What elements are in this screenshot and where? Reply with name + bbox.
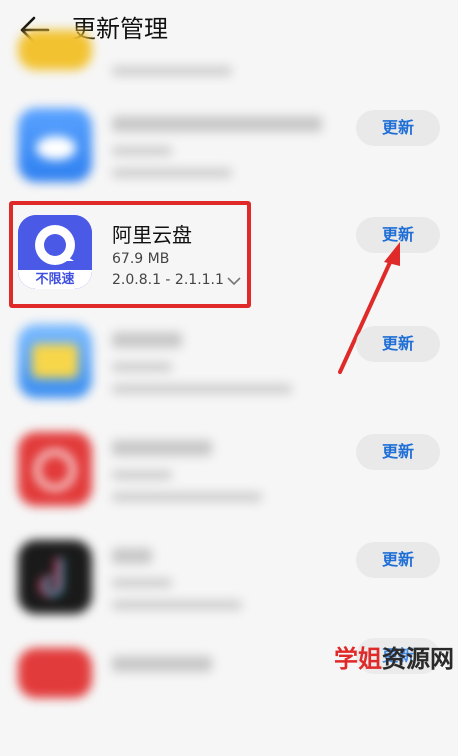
video-app-icon	[18, 540, 92, 614]
music-app-icon	[18, 432, 92, 506]
app-icon	[18, 648, 92, 698]
update-button[interactable]: 更新	[356, 434, 440, 470]
list-item: 更新	[0, 540, 458, 648]
update-button[interactable]: 更新	[356, 542, 440, 578]
watermark: 学姐资源网	[334, 639, 454, 675]
watermark-part2: 资源网	[382, 645, 454, 673]
list-item: 更新	[0, 324, 458, 432]
list-item: 更新	[0, 432, 458, 540]
watermark-part1: 学姐	[334, 645, 382, 673]
update-button[interactable]: 更新	[356, 326, 440, 362]
wallet-icon	[18, 324, 92, 398]
